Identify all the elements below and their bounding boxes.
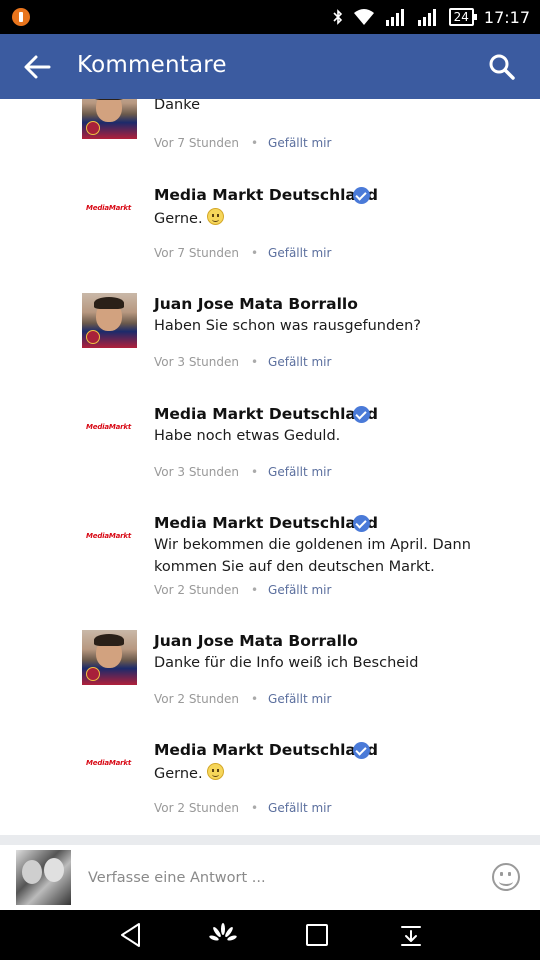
verified-badge-icon: [353, 406, 370, 423]
like-link[interactable]: Gefällt mir: [268, 246, 331, 260]
comment-text: Danke für die Info weiß ich Bescheid: [154, 655, 419, 671]
my-avatar: [16, 850, 71, 905]
avatar[interactable]: MediaMarkt: [82, 184, 137, 239]
clock: 17:17: [483, 7, 530, 27]
separator-dot: •: [250, 583, 259, 597]
comment-author[interactable]: Media Markt Deutschland: [154, 514, 378, 532]
verified-badge-icon: [353, 187, 370, 204]
comment-text: Habe noch etwas Geduld.: [154, 428, 341, 444]
battery-icon: 24: [448, 8, 478, 26]
like-link[interactable]: Gefällt mir: [268, 355, 331, 369]
comment-author[interactable]: Media Markt Deutschland: [154, 405, 378, 423]
mediamarkt-logo: MediaMarkt: [86, 532, 131, 540]
comment-time: Vor 2 Stunden: [154, 583, 239, 597]
club-badge-icon: [86, 330, 100, 344]
separator-dot: •: [250, 692, 259, 706]
comment-time: Vor 7 Stunden: [154, 136, 239, 150]
smiley-emoji-icon: [206, 208, 224, 225]
mediamarkt-logo: MediaMarkt: [86, 204, 131, 212]
comment-time: Vor 3 Stunden: [154, 465, 239, 479]
notification-pull-down-icon[interactable]: [396, 920, 426, 950]
club-badge-icon: [86, 121, 100, 135]
separator-dot: •: [250, 465, 259, 479]
comment-author[interactable]: Media Markt Deutschland: [154, 741, 378, 759]
comment-author[interactable]: Juan Jose Mata Borrallo: [154, 295, 358, 313]
status-bar: 24 17:17: [0, 0, 540, 34]
like-link[interactable]: Gefällt mir: [268, 136, 331, 150]
like-link[interactable]: Gefällt mir: [268, 465, 331, 479]
mediamarkt-logo: MediaMarkt: [86, 423, 131, 431]
huawei-logo-icon[interactable]: [208, 920, 238, 950]
wifi-icon: [353, 8, 375, 26]
separator-dot: •: [250, 246, 259, 260]
verified-badge-icon: [353, 515, 370, 532]
comment-text: Wir bekommen die goldenen im April. Dann…: [154, 537, 471, 575]
separator-dot: •: [250, 355, 259, 369]
emoji-button-icon[interactable]: [492, 863, 520, 891]
divider: [0, 835, 540, 845]
mediamarkt-logo: MediaMarkt: [86, 759, 131, 767]
system-nav-bar: [0, 910, 540, 960]
comment-text: Danke: [154, 99, 201, 113]
back-nav-icon[interactable]: [116, 920, 146, 950]
reply-composer: [0, 845, 540, 910]
comment-text: Haben Sie schon was rausgefunden?: [154, 318, 421, 334]
comment-list[interactable]: Danke Vor 7 Stunden • Gefällt mir MediaMar…: [0, 99, 540, 835]
like-link[interactable]: Gefällt mir: [268, 801, 331, 815]
comment-author[interactable]: Media Markt Deutschland: [154, 186, 378, 204]
app-bar: Kommentare: [0, 34, 540, 99]
separator-dot: •: [250, 136, 259, 150]
bluetooth-icon: [333, 8, 343, 26]
signal-icon-1: [385, 8, 407, 26]
comment-time: Vor 7 Stunden: [154, 246, 239, 260]
avatar[interactable]: MediaMarkt: [82, 403, 137, 458]
club-badge-icon: [86, 667, 100, 681]
avatar[interactable]: [82, 293, 137, 348]
comment-time: Vor 2 Stunden: [154, 692, 239, 706]
avatar[interactable]: MediaMarkt: [82, 739, 137, 794]
comment-author[interactable]: Juan Jose Mata Borrallo: [154, 632, 358, 650]
notification-icon: [12, 8, 30, 26]
comment-text: Gerne.: [154, 208, 484, 230]
like-link[interactable]: Gefällt mir: [268, 583, 331, 597]
recents-nav-icon[interactable]: [302, 920, 332, 950]
comment-time: Vor 3 Stunden: [154, 355, 239, 369]
smiley-emoji-icon: [206, 763, 224, 780]
separator-dot: •: [250, 801, 259, 815]
verified-badge-icon: [353, 742, 370, 759]
comment-time: Vor 2 Stunden: [154, 801, 239, 815]
like-link[interactable]: Gefällt mir: [268, 692, 331, 706]
comment-text: Gerne.: [154, 763, 484, 785]
avatar[interactable]: MediaMarkt: [82, 512, 137, 567]
avatar[interactable]: [82, 630, 137, 685]
reply-input[interactable]: [88, 865, 468, 891]
avatar[interactable]: [82, 99, 137, 139]
back-arrow-icon[interactable]: [22, 52, 54, 82]
signal-icon-2: [417, 8, 439, 26]
search-icon[interactable]: [488, 53, 516, 81]
page-title: Kommentare: [77, 52, 227, 78]
